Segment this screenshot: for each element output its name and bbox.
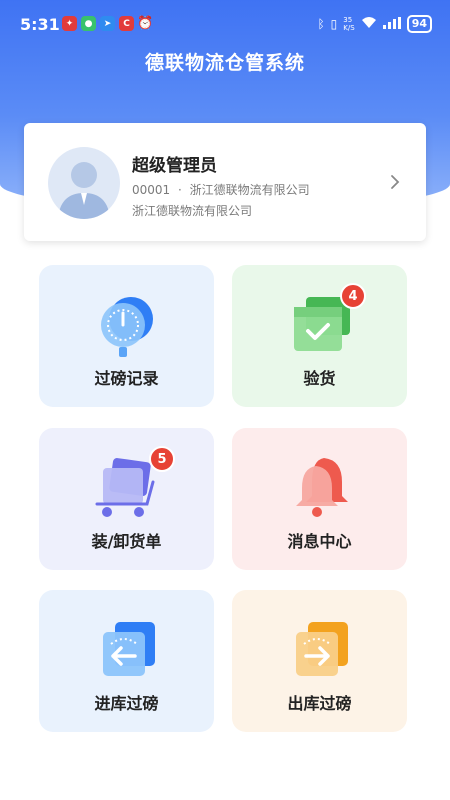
vibrate-icon: ▯ — [330, 17, 338, 31]
status-indicators: ᛒ ▯ 35 K/S 94 — [317, 15, 432, 33]
inbound-scale-icon — [103, 622, 155, 676]
profile-card[interactable]: 超级管理员 00001 · 浙江德联物流有限公司 浙江德联物流有限公司 — [24, 123, 426, 241]
menu-tile-outbound-weighing[interactable]: 出库过磅 — [232, 590, 407, 732]
user-avatar-icon — [58, 162, 110, 219]
network-speed-value: 35 — [343, 16, 353, 24]
inspection-badge: 4 — [340, 283, 366, 309]
c-app-notification-icon: C — [119, 16, 134, 31]
alarm-icon: ⏰ — [137, 16, 154, 31]
user-id-separator: · — [178, 183, 182, 197]
battery-indicator: 94 — [406, 15, 432, 33]
user-company: 浙江德联物流有限公司 — [189, 183, 310, 197]
outbound-scale-icon — [296, 622, 348, 676]
bell-icon — [296, 458, 348, 517]
user-name: 超级管理员 — [132, 156, 217, 176]
orders-badge: 5 — [149, 446, 175, 472]
status-time: 5:31 — [20, 15, 60, 34]
signal-icon — [382, 16, 401, 32]
message-notification-icon: ➤ — [100, 16, 115, 31]
menu-tile-label: 消息中心 — [287, 532, 352, 551]
network-speed-unit: K/S — [343, 24, 355, 32]
bluetooth-icon: ᛒ — [317, 17, 325, 31]
menu-tile-inbound-weighing[interactable]: 进库过磅 — [39, 590, 214, 732]
menu-tile-load-unload-orders[interactable]: 5 装/卸货单 — [39, 428, 214, 570]
menu-tile-label: 出库过磅 — [287, 694, 352, 713]
user-id: 00001 — [132, 183, 171, 197]
menu-tile-inspection[interactable]: 4 验货 — [232, 265, 407, 407]
user-id-company: 00001 · 浙江德联物流有限公司 — [132, 181, 310, 198]
menu-tile-label: 进库过磅 — [94, 694, 159, 713]
avatar — [48, 147, 120, 219]
page-title: 德联物流仓管系统 — [144, 52, 305, 74]
user-company-secondary: 浙江德联物流有限公司 — [132, 204, 253, 218]
chat-notification-icon: ● — [81, 16, 96, 31]
menu-tile-label: 装/卸货单 — [91, 532, 162, 551]
wifi-icon — [361, 16, 377, 32]
network-speed: 35 K/S — [343, 16, 354, 32]
menu-tile-weighing-records[interactable]: 过磅记录 — [39, 265, 214, 407]
app-notification-icon: ✦ — [62, 16, 77, 31]
status-bar: 5:31 ✦ ● ➤ C ⏰ ᛒ ▯ 35 K/S 94 — [0, 0, 450, 48]
scale-icon — [101, 297, 153, 357]
menu-tile-label: 过磅记录 — [94, 369, 159, 388]
menu-tile-message-center[interactable]: 消息中心 — [232, 428, 407, 570]
notification-icons: ✦ ● ➤ C ⏰ — [62, 16, 154, 31]
chevron-right-icon — [391, 175, 400, 189]
menu-tile-label: 验货 — [303, 369, 336, 388]
